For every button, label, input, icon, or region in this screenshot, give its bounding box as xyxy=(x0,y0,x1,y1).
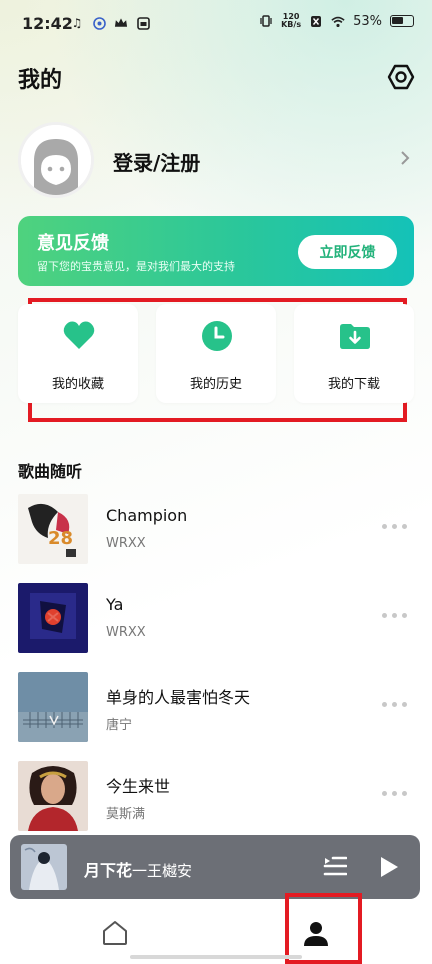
playlist-icon xyxy=(323,856,348,876)
play-icon xyxy=(381,857,398,877)
highlight-box-profile-tab xyxy=(285,893,362,964)
now-playing-cover xyxy=(21,844,67,890)
app-notification-icon xyxy=(92,16,106,30)
wifi-icon xyxy=(331,14,345,28)
nav-home-tab[interactable] xyxy=(101,919,129,947)
chevron-right-icon[interactable] xyxy=(398,148,412,168)
battery-icon xyxy=(390,15,414,27)
login-register-link[interactable]: 登录/注册 xyxy=(113,147,200,176)
gallery-icon xyxy=(136,16,150,30)
now-playing-title: 月下花一王樾安 xyxy=(84,861,193,880)
feedback-title: 意见反馈 xyxy=(37,233,109,254)
net-speed-icon: 120 KB/s xyxy=(281,12,302,29)
song-artist: WRXX xyxy=(106,536,146,551)
clock-icon xyxy=(202,321,232,351)
battery-percent: 53% xyxy=(353,13,382,29)
more-options-icon[interactable] xyxy=(382,613,410,621)
status-icons-right: 120 KB/s 53% xyxy=(259,13,414,29)
song-item[interactable]: 单身的人最害怕冬天 唐宁 xyxy=(0,672,432,742)
more-options-icon[interactable] xyxy=(382,524,410,532)
status-time: 12:42 xyxy=(22,14,73,33)
default-avatar-icon xyxy=(21,125,91,195)
song-title: 单身的人最害怕冬天 xyxy=(106,688,251,707)
feedback-banner: 意见反馈 留下您的宝贵意见，是对我们最大的支持 立即反馈 xyxy=(18,216,414,286)
album-cover xyxy=(18,761,88,831)
album-cover: 28 xyxy=(18,494,88,564)
quick-action-history[interactable]: 我的历史 xyxy=(156,304,276,403)
song-title: 今生来世 xyxy=(106,777,171,796)
album-cover xyxy=(18,672,88,742)
feedback-button[interactable]: 立即反馈 xyxy=(298,235,397,269)
status-bar: 12:42 ♫ 120 KB/s 53% xyxy=(0,0,432,50)
svg-text:28: 28 xyxy=(48,528,73,549)
music-note-icon: ♫ xyxy=(71,16,83,30)
song-artist: WRXX xyxy=(106,625,146,640)
feedback-subtitle: 留下您的宝贵意见，是对我们最大的支持 xyxy=(37,260,235,273)
page-title: 我的 xyxy=(18,68,63,93)
more-options-icon[interactable] xyxy=(382,791,410,799)
album-cover xyxy=(18,583,88,653)
avatar[interactable] xyxy=(18,122,94,198)
playlist-button[interactable] xyxy=(323,855,348,877)
song-item[interactable]: Ya WRXX xyxy=(0,583,432,653)
more-options-icon[interactable] xyxy=(382,702,410,710)
song-title: Ya xyxy=(106,595,124,614)
play-button[interactable] xyxy=(378,855,400,879)
download-folder-icon xyxy=(340,324,370,349)
home-indicator xyxy=(130,955,302,959)
status-icons-left: ♫ xyxy=(70,16,150,30)
quick-action-label: 我的历史 xyxy=(189,377,242,392)
quick-action-label: 我的收藏 xyxy=(51,377,104,392)
song-title: Champion xyxy=(106,506,188,525)
section-title-songs: 歌曲随听 xyxy=(18,462,83,481)
vibrate-icon xyxy=(259,14,273,28)
settings-button[interactable] xyxy=(386,62,416,92)
quick-action-label: 我的下载 xyxy=(327,377,380,392)
song-artist: 唐宁 xyxy=(106,718,133,733)
crown-icon xyxy=(114,16,128,30)
home-icon xyxy=(103,921,127,945)
quick-action-favorites[interactable]: 我的收藏 xyxy=(18,304,138,403)
now-playing-artist: 一王樾安 xyxy=(132,862,193,880)
mini-player[interactable]: 月下花一王樾安 xyxy=(10,835,420,899)
heart-icon xyxy=(63,321,95,349)
gear-icon xyxy=(387,64,415,90)
song-item[interactable]: 28 Champion WRXX xyxy=(0,494,432,564)
song-artist: 莫斯满 xyxy=(106,807,146,822)
song-item[interactable]: 今生来世 莫斯满 xyxy=(0,761,432,831)
no-sim-icon xyxy=(309,14,323,28)
quick-action-downloads[interactable]: 我的下载 xyxy=(294,304,414,403)
